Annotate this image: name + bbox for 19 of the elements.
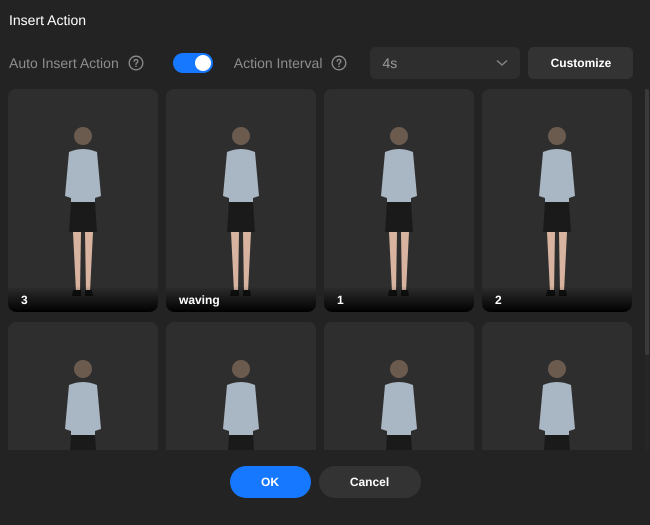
help-icon[interactable] <box>331 55 348 71</box>
setting-label: Action Interval <box>234 55 322 71</box>
action-card[interactable]: 1 <box>324 89 474 312</box>
customize-button[interactable]: Customize <box>528 47 634 79</box>
ok-button[interactable]: OK <box>230 466 310 498</box>
setting-label: Auto Insert Action <box>9 55 119 71</box>
toggle-switch[interactable] <box>172 53 213 73</box>
chevron-down-icon <box>496 59 508 67</box>
help-icon[interactable] <box>128 55 144 71</box>
action-name: 1 <box>337 293 344 307</box>
dialog-title: Insert Action <box>8 11 88 30</box>
cancel-button[interactable]: Cancel <box>318 466 420 498</box>
action-name: 3 <box>21 293 28 307</box>
action-name: waving <box>179 293 220 307</box>
action-name: 2 <box>495 293 502 307</box>
interval-dropdown[interactable]: 4s <box>370 47 520 79</box>
action-card[interactable]: 3 <box>8 89 158 312</box>
action-card[interactable]: 2 <box>482 89 632 312</box>
action-card[interactable]: waving <box>166 89 316 312</box>
